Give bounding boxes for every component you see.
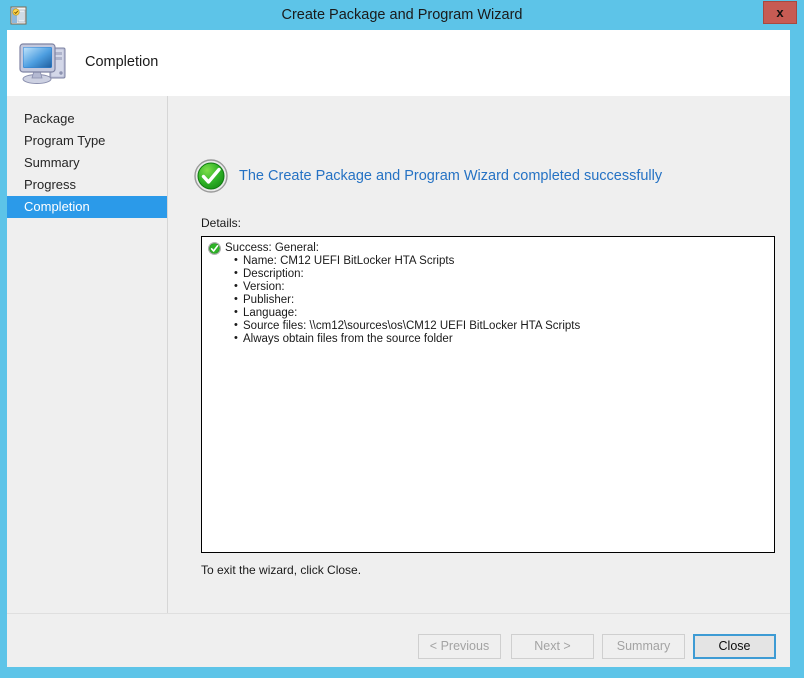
list-item: Language: (234, 306, 774, 320)
sidebar-item-summary[interactable]: Summary (7, 152, 167, 174)
wizard-window: Create Package and Program Wizard x Comp… (0, 0, 804, 678)
result-message: The Create Package and Program Wizard co… (239, 168, 663, 184)
close-icon[interactable]: x (763, 1, 797, 24)
list-item: Always obtain files from the source fold… (234, 332, 774, 346)
details-box[interactable]: Success: General: Name: CM12 UEFI BitLoc… (201, 236, 775, 553)
list-item: Publisher: (234, 293, 774, 307)
client-area: Completion Package Program Type Summary … (7, 30, 790, 667)
details-label: Details: (201, 216, 242, 230)
result-header: The Create Package and Program Wizard co… (194, 159, 662, 193)
success-check-icon (194, 159, 228, 193)
page-title: Completion (85, 54, 159, 70)
list-item: Version: (234, 280, 774, 294)
sidebar-item-program-type[interactable]: Program Type (7, 130, 167, 152)
list-item: Name: CM12 UEFI BitLocker HTA Scripts (234, 254, 774, 268)
success-check-icon (208, 242, 221, 255)
title-bar: Create Package and Program Wizard x (0, 0, 804, 30)
detail-bullet-list: Name: CM12 UEFI BitLocker HTA Scripts De… (208, 254, 774, 346)
sidebar-item-progress[interactable]: Progress (7, 174, 167, 196)
next-button[interactable]: Next > (511, 634, 594, 659)
list-item: Source files: \\cm12\sources\os\CM12 UEF… (234, 319, 774, 333)
wizard-header: Completion (7, 30, 790, 96)
detail-group-general: Success: General: Name: CM12 UEFI BitLoc… (202, 237, 774, 346)
detail-status-row: Success: General: (208, 242, 774, 255)
sidebar-item-package[interactable]: Package (7, 108, 167, 130)
sidebar-item-completion[interactable]: Completion (7, 196, 167, 218)
summary-button[interactable]: Summary (602, 634, 685, 659)
footer-button-bar: < Previous Next > Summary Close (7, 614, 790, 667)
window-title: Create Package and Program Wizard (281, 7, 523, 23)
main-panel: The Create Package and Program Wizard co… (168, 96, 790, 667)
computer-icon (17, 34, 73, 90)
list-item: Description: (234, 267, 774, 281)
exit-instruction: To exit the wizard, click Close. (201, 563, 362, 577)
close-button[interactable]: Close (693, 634, 776, 659)
previous-button[interactable]: < Previous (418, 634, 501, 659)
detail-status-text: Success: General: (225, 242, 319, 254)
wizard-steps-sidebar: Package Program Type Summary Progress Co… (7, 96, 167, 667)
